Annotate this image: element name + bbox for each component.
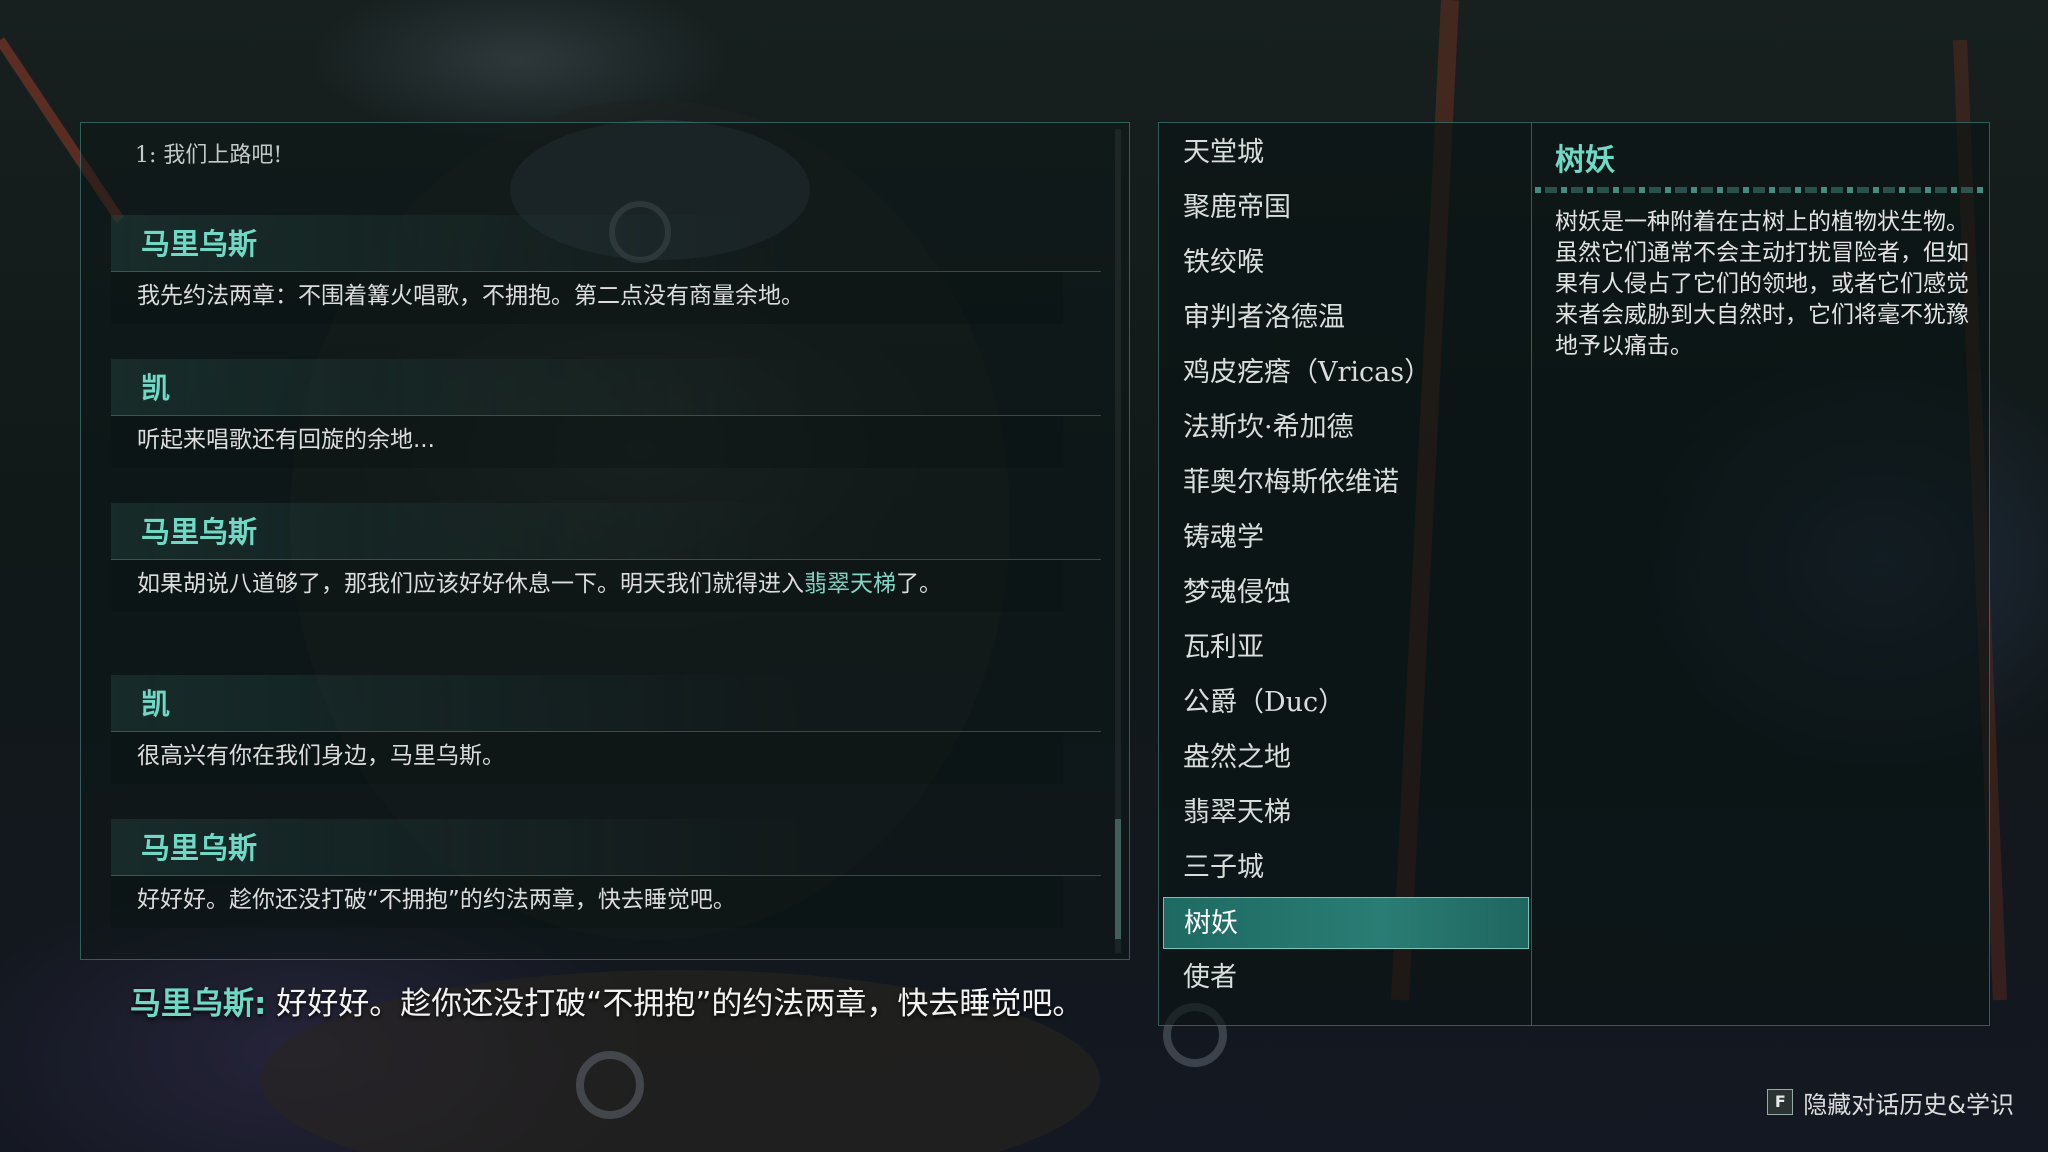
history-entry: 马里乌斯 如果胡说八道够了，那我们应该好好休息一下。明天我们就得进入翡翠天梯了。 <box>111 503 1101 612</box>
lore-panel: 天堂城 聚鹿帝国 铁绞喉 审判者洛德温 鸡皮疙瘩（Vricas） 法斯坎·希加德… <box>1158 122 1990 1026</box>
hide-history-hint[interactable]: F 隐藏对话历史&学识 <box>1767 1084 2014 1120</box>
history-scroll-thumb[interactable] <box>1115 819 1121 939</box>
lore-item[interactable]: 使者 <box>1163 952 1529 1004</box>
dialogue-line: 很高兴有你在我们身边，马里乌斯。 <box>111 732 1063 784</box>
lore-list[interactable]: 天堂城 聚鹿帝国 铁绞喉 审判者洛德温 鸡皮疙瘩（Vricas） 法斯坎·希加德… <box>1159 123 1532 1025</box>
lore-item[interactable]: 天堂城 <box>1163 127 1529 179</box>
lore-keyword-link[interactable]: 翡翠天梯 <box>804 571 896 597</box>
dialogue-line: 我先约法两章：不围着篝火唱歌，不拥抱。第二点没有商量余地。 <box>111 272 1063 324</box>
current-subtitle: 马里乌斯: 好好好。趁你还没打破“不拥抱”的约法两章，快去睡觉吧。 <box>130 978 1083 1023</box>
dialogue-line: 好好好。趁你还没打破“不拥抱”的约法两章，快去睡觉吧。 <box>111 876 1063 928</box>
lore-item[interactable]: 三子城 <box>1163 842 1529 894</box>
speaker-name: 凯 <box>111 359 1101 416</box>
hint-label: 隐藏对话历史&学识 <box>1803 1090 2014 1119</box>
lore-item-selected[interactable]: 树妖 <box>1163 897 1529 949</box>
speaker-name: 马里乌斯 <box>111 503 1101 560</box>
dialogue-text: 了。 <box>896 571 942 597</box>
f-key-icon: F <box>1767 1089 1794 1115</box>
dialogue-text: 如果胡说八道够了，那我们应该好好休息一下。明天我们就得进入 <box>137 571 804 597</box>
lore-item[interactable]: 鸡皮疙瘩（Vricas） <box>1163 347 1529 399</box>
lore-item[interactable]: 审判者洛德温 <box>1163 292 1529 344</box>
history-entry: 凯 很高兴有你在我们身边，马里乌斯。 <box>111 675 1101 784</box>
dialogue-line: 听起来唱歌还有回旋的余地... <box>111 416 1063 468</box>
lore-item[interactable]: 盎然之地 <box>1163 732 1529 784</box>
lore-detail-title: 树妖 <box>1555 143 1615 178</box>
lore-item[interactable]: 菲奥尔梅斯依维诺 <box>1163 457 1529 509</box>
divider <box>1535 187 1985 193</box>
lore-item[interactable]: 聚鹿帝国 <box>1163 182 1529 234</box>
speaker-name: 马里乌斯 <box>111 215 1101 272</box>
lore-item[interactable]: 法斯坎·希加德 <box>1163 402 1529 454</box>
lore-item[interactable]: 公爵（Duc） <box>1163 677 1529 729</box>
lore-item[interactable]: 铁绞喉 <box>1163 237 1529 289</box>
lore-item[interactable]: 梦魂侵蚀 <box>1163 567 1529 619</box>
history-entry: 马里乌斯 我先约法两章：不围着篝火唱歌，不拥抱。第二点没有商量余地。 <box>111 215 1101 324</box>
history-entry: 凯 听起来唱歌还有回旋的余地... <box>111 359 1101 468</box>
lore-item[interactable]: 铸魂学 <box>1163 512 1529 564</box>
lore-item[interactable]: 翡翠天梯 <box>1163 787 1529 839</box>
dialogue-history-panel[interactable]: 1: 我们上路吧! 马里乌斯 我先约法两章：不围着篝火唱歌，不拥抱。第二点没有商… <box>80 122 1130 960</box>
speaker-name: 凯 <box>111 675 1101 732</box>
lore-detail: 树妖 树妖是一种附着在古树上的植物状生物。虽然它们通常不会主动打扰冒险者，但如果… <box>1533 123 1989 1025</box>
speaker-name: 马里乌斯 <box>111 819 1101 876</box>
lore-item[interactable]: 瓦利亚 <box>1163 622 1529 674</box>
subtitle-speaker: 马里乌斯: <box>130 986 267 1022</box>
history-start-line: 1: 我们上路吧! <box>135 143 283 168</box>
subtitle-text: 好好好。趁你还没打破“不拥抱”的约法两章，快去睡觉吧。 <box>276 986 1084 1022</box>
lore-detail-body: 树妖是一种附着在古树上的植物状生物。虽然它们通常不会主动打扰冒险者，但如果有人侵… <box>1555 209 1969 359</box>
history-entry: 马里乌斯 好好好。趁你还没打破“不拥抱”的约法两章，快去睡觉吧。 <box>111 819 1101 928</box>
dialogue-line: 如果胡说八道够了，那我们应该好好休息一下。明天我们就得进入翡翠天梯了。 <box>111 560 1063 612</box>
